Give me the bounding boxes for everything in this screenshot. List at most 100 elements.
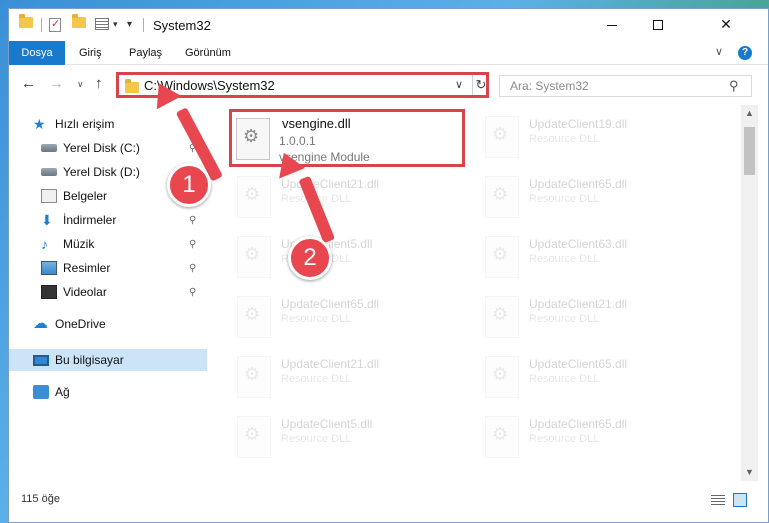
scroll-thumb[interactable] bbox=[744, 127, 755, 175]
tab-view[interactable]: Görünüm bbox=[185, 41, 231, 65]
music-icon: ♪ bbox=[41, 236, 48, 252]
scroll-down-button[interactable]: ▼ bbox=[741, 464, 758, 481]
file-item[interactable]: ⚙ UpdateClient65.dll Resource DLL bbox=[479, 349, 719, 407]
sidebar-item-label: İndirmeler bbox=[63, 213, 117, 227]
minimize-button[interactable] bbox=[589, 9, 635, 39]
sidebar-item-label: Yerel Disk (D:) bbox=[63, 165, 140, 179]
file-name: vsengine.dll bbox=[282, 116, 351, 131]
sidebar-item-onedrive[interactable]: ☁ OneDrive bbox=[9, 313, 207, 335]
sidebar-item-downloads[interactable]: ⬇ İndirmeler ⚲ bbox=[9, 209, 207, 231]
details-view-icon[interactable] bbox=[711, 495, 725, 505]
dll-file-icon: ⚙ bbox=[485, 176, 519, 218]
file-name: UpdateClient21.dll bbox=[281, 177, 380, 191]
file-name: UpdateClient65.dll bbox=[529, 417, 628, 431]
tab-file[interactable]: Dosya bbox=[9, 41, 65, 65]
sidebar-item-label: Bu bilgisayar bbox=[55, 353, 124, 367]
folder-icon bbox=[19, 14, 33, 28]
pictures-icon bbox=[41, 261, 57, 275]
recent-locations-button[interactable]: ∨ bbox=[77, 79, 84, 90]
close-button[interactable]: ✕ bbox=[703, 9, 749, 39]
folder-icon bbox=[125, 79, 139, 93]
file-name: UpdateClient65.dll bbox=[281, 297, 380, 311]
title-bar: ▾ ▾ System32 ✕ bbox=[9, 9, 768, 41]
scroll-up-button[interactable]: ▲ bbox=[741, 105, 758, 122]
address-dropdown-icon[interactable]: ∨ bbox=[455, 78, 463, 91]
file-item[interactable]: ⚙ UpdateClient19.dll Resource DLL bbox=[479, 109, 719, 167]
download-icon: ⬇ bbox=[41, 212, 53, 228]
computer-icon bbox=[33, 354, 49, 366]
pin-icon[interactable]: ⚲ bbox=[189, 287, 196, 298]
sidebar-item-this-pc[interactable]: Bu bilgisayar bbox=[9, 349, 207, 371]
file-item[interactable]: ⚙ UpdateClient5.dll Resource DLL bbox=[231, 229, 471, 287]
tiles-view-icon[interactable] bbox=[733, 493, 747, 507]
file-item[interactable]: ⚙ UpdateClient21.dll Resource DLL bbox=[231, 169, 471, 227]
file-item[interactable]: ⚙ UpdateClient21.dll Resource DLL bbox=[479, 289, 719, 347]
star-icon: ★ bbox=[33, 116, 46, 132]
cloud-icon: ☁ bbox=[33, 315, 48, 332]
search-placeholder[interactable]: Ara: System32 bbox=[510, 79, 589, 93]
tab-home[interactable]: Giriş bbox=[79, 41, 102, 65]
refresh-button[interactable]: ↻ bbox=[472, 75, 489, 95]
file-name: UpdateClient19.dll bbox=[529, 117, 628, 131]
explorer-window: ▾ ▾ System32 ✕ Dosya Giriş Paylaş Görünü… bbox=[8, 8, 769, 523]
file-item[interactable]: ⚙ UpdateClient63.dll Resource DLL bbox=[479, 229, 719, 287]
up-button[interactable]: ↑ bbox=[95, 75, 103, 92]
ribbon-tabs: Dosya Giriş Paylaş Görünüm ∨ ? bbox=[9, 41, 768, 65]
file-type: Resource DLL bbox=[529, 373, 600, 385]
drive-icon bbox=[41, 168, 57, 176]
sidebar-item-network[interactable]: Ağ bbox=[9, 381, 207, 403]
search-icon[interactable]: ⚲ bbox=[729, 78, 739, 94]
file-type: Resource DLL bbox=[281, 313, 352, 325]
file-item[interactable]: ⚙ UpdateClient65.dll Resource DLL bbox=[231, 289, 471, 347]
file-item[interactable]: ⚙ UpdateClient5.dll Resource DLL bbox=[231, 409, 471, 467]
dll-file-icon: ⚙ bbox=[236, 118, 270, 160]
file-name: UpdateClient21.dll bbox=[281, 357, 380, 371]
file-type: Resource DLL bbox=[529, 253, 600, 265]
new-folder-icon[interactable] bbox=[72, 14, 86, 28]
pin-icon[interactable]: ⚲ bbox=[189, 263, 196, 274]
callout-number-2: 2 bbox=[288, 236, 332, 280]
sidebar-item-label: Müzik bbox=[63, 237, 95, 251]
pin-icon[interactable]: ⚲ bbox=[189, 239, 196, 250]
customize-toolbar-icon[interactable]: ▾ bbox=[127, 19, 132, 30]
file-name: UpdateClient65.dll bbox=[529, 357, 628, 371]
file-type: Resource DLL bbox=[529, 193, 600, 205]
expand-ribbon-icon[interactable]: ∨ bbox=[715, 45, 723, 58]
help-icon[interactable]: ? bbox=[738, 46, 752, 60]
drive-icon bbox=[41, 144, 57, 152]
item-count: 115 öğe bbox=[21, 493, 60, 505]
sidebar-item-label: Videolar bbox=[63, 285, 107, 299]
videos-icon bbox=[41, 285, 57, 299]
sidebar-item-label: Resimler bbox=[63, 261, 111, 275]
file-item[interactable]: ⚙ UpdateClient21.dll Resource DLL bbox=[231, 349, 471, 407]
file-version: 1.0.0.1 bbox=[279, 134, 316, 148]
navigation-bar: ← → ∨ ↑ C:\Windows\System32 ∨ ↻ Ara: Sys… bbox=[9, 65, 768, 105]
sidebar-item-local-disk-c[interactable]: Yerel Disk (C:) ⚲ bbox=[9, 137, 207, 159]
properties-icon[interactable] bbox=[95, 18, 109, 30]
pin-icon[interactable]: ⚲ bbox=[189, 215, 196, 226]
separator bbox=[41, 18, 42, 32]
vertical-scrollbar[interactable]: ▲ ▼ bbox=[741, 105, 758, 481]
status-bar: 115 öğe bbox=[9, 487, 768, 511]
file-item-vsengine[interactable]: ⚙ vsengine.dll 1.0.0.1 vsengine Module bbox=[229, 109, 465, 167]
file-item[interactable]: ⚙ UpdateClient65.dll Resource DLL bbox=[479, 409, 719, 467]
documents-icon bbox=[41, 189, 57, 203]
search-box[interactable]: Ara: System32 ⚲ bbox=[499, 75, 752, 97]
dll-file-icon: ⚙ bbox=[485, 116, 519, 158]
properties-check-icon[interactable] bbox=[49, 17, 61, 32]
dll-file-icon: ⚙ bbox=[237, 296, 271, 338]
sidebar-item-videos[interactable]: Videolar ⚲ bbox=[9, 281, 207, 303]
callout-number-1: 1 bbox=[167, 163, 211, 207]
dll-file-icon: ⚙ bbox=[485, 356, 519, 398]
maximize-icon bbox=[653, 20, 663, 31]
forward-button[interactable]: → bbox=[49, 75, 64, 92]
chevron-down-icon[interactable]: ▾ bbox=[113, 19, 118, 30]
sidebar-item-pictures[interactable]: Resimler ⚲ bbox=[9, 257, 207, 279]
back-button[interactable]: ← bbox=[21, 75, 36, 92]
tab-share[interactable]: Paylaş bbox=[129, 41, 162, 65]
maximize-button[interactable] bbox=[635, 9, 681, 39]
file-item[interactable]: ⚙ UpdateClient65.dll Resource DLL bbox=[479, 169, 719, 227]
dll-file-icon: ⚙ bbox=[237, 356, 271, 398]
sidebar-item-music[interactable]: ♪ Müzik ⚲ bbox=[9, 233, 207, 255]
window-title: System32 bbox=[153, 18, 211, 33]
